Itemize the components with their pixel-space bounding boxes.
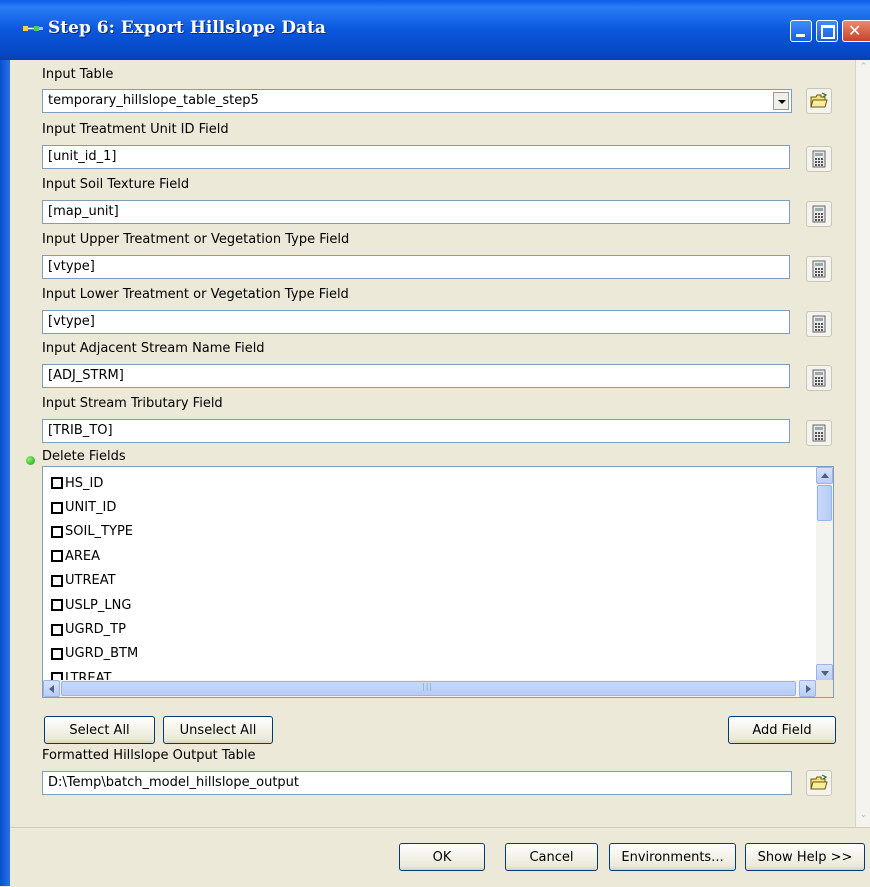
list-item[interactable]: SOIL_TYPE xyxy=(51,520,138,544)
output-table-value: D:\Temp\batch_model_hillslope_output xyxy=(48,775,300,790)
required-indicator-icon xyxy=(26,456,35,465)
checkbox[interactable] xyxy=(51,623,63,636)
scroll-up-button[interactable] xyxy=(816,467,833,484)
soil-texture-value: [map_unit] xyxy=(48,204,119,219)
calculator-icon xyxy=(812,315,826,333)
list-item[interactable]: UGRD_BTM xyxy=(51,642,138,666)
scroll-thumb[interactable] xyxy=(61,681,796,696)
cancel-button[interactable]: Cancel xyxy=(505,843,598,871)
lower-veg-field[interactable]: [vtype] xyxy=(42,310,790,334)
open-folder-icon xyxy=(810,92,828,108)
environments-button[interactable]: Environments... xyxy=(609,843,736,871)
browse-input-table-button[interactable] xyxy=(806,88,832,114)
title-bar[interactable]: Step 6: Export Hillslope Data xyxy=(0,0,870,61)
lower-veg-label: Input Lower Treatment or Vegetation Type… xyxy=(42,287,349,302)
checkbox[interactable] xyxy=(51,599,63,612)
browse-output-table-button[interactable] xyxy=(806,770,832,796)
adj-stream-label: Input Adjacent Stream Name Field xyxy=(42,341,265,356)
list-item[interactable]: UTREAT xyxy=(51,569,138,593)
minimize-button[interactable] xyxy=(790,20,812,42)
list-item[interactable]: HS_ID xyxy=(51,471,138,495)
output-table-field[interactable]: D:\Temp\batch_model_hillslope_output xyxy=(42,771,792,795)
list-item-label: UGRD_TP xyxy=(65,622,126,638)
list-item[interactable]: UGRD_TP xyxy=(51,617,138,641)
checkbox[interactable] xyxy=(51,525,63,538)
list-item-label: UGRD_BTM xyxy=(65,646,139,662)
checkbox[interactable] xyxy=(51,574,63,587)
input-table-label: Input Table xyxy=(42,67,114,82)
calculator-icon xyxy=(812,424,826,442)
adj-stream-value: [ADJ_STRM] xyxy=(48,368,124,383)
ok-button[interactable]: OK xyxy=(399,843,485,871)
delete-fields-checklist[interactable]: HS_ID UNIT_ID SOIL_TYPE AREA UTREAT USLP… xyxy=(42,466,834,698)
scroll-corner xyxy=(816,680,833,697)
unit-id-calculator-button[interactable] xyxy=(806,146,832,172)
lower-veg-value: [vtype] xyxy=(48,314,95,329)
adj-stream-field[interactable]: [ADJ_STRM] xyxy=(42,364,790,388)
chevron-down-icon[interactable] xyxy=(773,92,789,110)
unit-id-label: Input Treatment Unit ID Field xyxy=(42,122,229,137)
close-button[interactable] xyxy=(842,20,870,42)
scroll-up-icon[interactable]: ⌃ xyxy=(858,62,869,73)
upper-veg-label: Input Upper Treatment or Vegetation Type… xyxy=(42,232,350,247)
upper-veg-value: [vtype] xyxy=(48,259,95,274)
list-item[interactable]: AREA xyxy=(51,544,138,568)
calculator-icon xyxy=(812,205,826,223)
window-frame-left xyxy=(0,60,10,886)
window-title: Step 6: Export Hillslope Data xyxy=(48,18,326,38)
soil-texture-calculator-button[interactable] xyxy=(806,201,832,227)
scroll-right-button[interactable] xyxy=(799,680,816,697)
calculator-icon xyxy=(812,260,826,278)
checkbox[interactable] xyxy=(51,550,63,563)
upper-veg-field[interactable]: [vtype] xyxy=(42,255,790,279)
soil-texture-label: Input Soil Texture Field xyxy=(42,177,190,192)
list-item[interactable]: UNIT_ID xyxy=(51,495,138,519)
trib-value: [TRIB_TO] xyxy=(48,423,113,438)
scroll-left-button[interactable] xyxy=(43,680,60,697)
unselect-all-button[interactable]: Unselect All xyxy=(163,716,273,744)
open-folder-icon xyxy=(810,774,828,790)
scroll-thumb[interactable] xyxy=(817,485,832,521)
parameters-panel xyxy=(10,60,855,827)
upper-veg-calculator-button[interactable] xyxy=(806,256,832,282)
trib-label: Input Stream Tributary Field xyxy=(42,396,223,411)
trib-calculator-button[interactable] xyxy=(806,420,832,446)
model-icon xyxy=(23,26,43,31)
list-item-label: HS_ID xyxy=(65,475,104,491)
show-help-button[interactable]: Show Help >> xyxy=(745,843,865,871)
select-all-button[interactable]: Select All xyxy=(44,716,155,744)
horizontal-scrollbar[interactable] xyxy=(43,680,816,697)
list-item-label: UTREAT xyxy=(65,573,116,589)
add-field-button[interactable]: Add Field xyxy=(728,716,836,744)
soil-texture-field[interactable]: [map_unit] xyxy=(42,200,790,224)
unit-id-value: [unit_id_1] xyxy=(48,149,117,164)
scroll-down-icon[interactable]: ⌄ xyxy=(858,810,869,821)
list-item-label: USLP_LNG xyxy=(65,597,132,613)
list-item-label: UNIT_ID xyxy=(65,500,117,516)
calculator-icon xyxy=(812,369,826,387)
input-table-value: temporary_hillslope_table_step5 xyxy=(48,93,259,108)
unit-id-field[interactable]: [unit_id_1] xyxy=(42,145,790,169)
output-table-label: Formatted Hillslope Output Table xyxy=(42,748,256,763)
delete-fields-label: Delete Fields xyxy=(42,449,126,464)
scroll-down-button[interactable] xyxy=(816,664,833,681)
maximize-button[interactable] xyxy=(816,20,838,42)
trib-field[interactable]: [TRIB_TO] xyxy=(42,419,790,443)
list-item[interactable]: USLP_LNG xyxy=(51,593,138,617)
checkbox[interactable] xyxy=(51,501,63,514)
panel-scrollbar[interactable]: ⌃ ⌄ xyxy=(855,60,870,827)
checkbox[interactable] xyxy=(51,477,63,490)
input-table-combo[interactable]: temporary_hillslope_table_step5 xyxy=(42,89,792,113)
list-item-label: AREA xyxy=(65,548,101,564)
vertical-scrollbar[interactable] xyxy=(816,467,833,681)
list-item-label: SOIL_TYPE xyxy=(65,524,133,540)
calculator-icon xyxy=(812,150,826,168)
adj-stream-calculator-button[interactable] xyxy=(806,365,832,391)
lower-veg-calculator-button[interactable] xyxy=(806,311,832,337)
checkbox[interactable] xyxy=(51,647,63,660)
